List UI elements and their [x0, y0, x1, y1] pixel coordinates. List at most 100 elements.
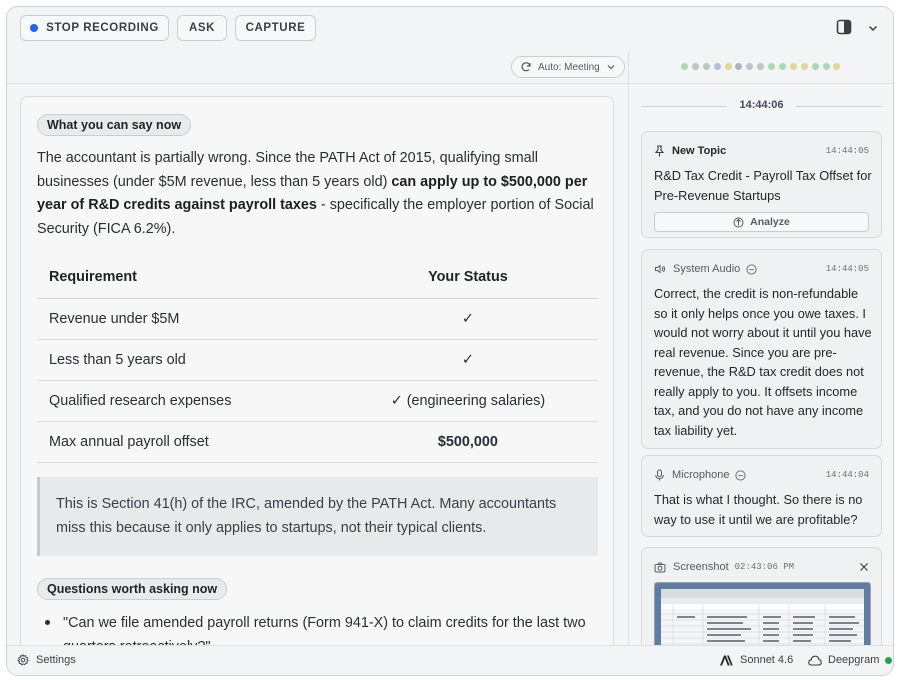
- table-row: Less than 5 years old ✓: [37, 339, 598, 381]
- activity-dot: [768, 63, 776, 70]
- status-cell: ✓ (engineering salaries): [337, 380, 598, 422]
- event-time: 02:43:06 PM: [734, 562, 795, 572]
- check-circle-icon: [735, 469, 747, 481]
- recording-indicator-icon: [30, 24, 39, 32]
- table-row: Max annual payroll offset $500,000: [37, 421, 598, 463]
- activity-dot: [724, 63, 732, 70]
- status-cell: ✓: [337, 339, 598, 381]
- cloud-icon: [808, 655, 822, 666]
- say-now-chip: What you can say now: [37, 114, 192, 136]
- table-row: Qualified research expenses ✓ (engineeri…: [37, 380, 598, 422]
- activity-dot: [713, 63, 721, 70]
- analyze-label: Analyze: [750, 216, 790, 228]
- activity-dot: [811, 63, 819, 70]
- activity-dot: [789, 63, 797, 70]
- stop-recording-label: STOP RECORDING: [46, 22, 159, 34]
- system-audio-text: Correct, the credit is non-refundable so…: [654, 286, 872, 438]
- ask-button[interactable]: ASK: [177, 15, 227, 41]
- activity-dot: [822, 63, 830, 70]
- speaker-icon: [654, 263, 666, 275]
- header-requirement: Requirement: [37, 255, 338, 299]
- close-icon[interactable]: [859, 562, 869, 572]
- anthropic-logo-icon: [719, 655, 733, 666]
- ask-label: ASK: [188, 22, 216, 34]
- event-time: 14:44:04: [825, 470, 869, 480]
- list-item: "Can we file amended payroll returns (Fo…: [45, 611, 595, 645]
- activity-bar: [628, 51, 893, 84]
- activity-dot: [681, 63, 688, 70]
- connection-status-icon: [885, 656, 893, 664]
- event-label: Microphone: [672, 469, 730, 481]
- table-header-row: Requirement Your Status: [37, 255, 598, 299]
- activity-dot: [702, 63, 710, 70]
- top-toolbar: STOP RECORDING ASK CAPTURE: [7, 7, 893, 52]
- camera-icon: [654, 562, 666, 573]
- requirement-cell: Max annual payroll offset: [37, 421, 338, 463]
- event-time: 14:44:05: [825, 146, 869, 156]
- separator-time: 14:44:06: [739, 99, 784, 111]
- answer-card: What you can say now The accountant is p…: [20, 96, 614, 645]
- transcriber-selector[interactable]: Deepgram: [808, 654, 893, 666]
- chevron-down-icon[interactable]: [867, 21, 879, 39]
- model-selector[interactable]: Sonnet 4.6: [719, 654, 793, 666]
- event-header: New Topic 14:44:05: [654, 144, 869, 158]
- status-cell: $500,000: [337, 421, 598, 463]
- split-panel-icon[interactable]: [836, 19, 852, 40]
- event-header: System Audio 14:44:05: [654, 262, 869, 276]
- requirements-table: Requirement Your Status Revenue under $5…: [37, 255, 598, 463]
- time-separator: 14:44:06: [641, 98, 882, 114]
- event-time: 14:44:05: [825, 264, 869, 274]
- microphone-icon: [654, 469, 665, 481]
- status-cell: ✓: [337, 298, 598, 340]
- capture-label: CAPTURE: [245, 22, 306, 34]
- header-status: Your Status: [337, 255, 598, 299]
- pin-icon: [654, 145, 665, 157]
- settings-label: Settings: [36, 654, 76, 666]
- status-footer: Settings Sonnet 4.6 Deepgram: [7, 645, 893, 675]
- question-text: "Can we file amended payroll returns (Fo…: [63, 615, 586, 645]
- questions-chip: Questions worth asking now: [37, 578, 228, 600]
- microphone-text: That is what I thought. So there is no w…: [654, 492, 863, 527]
- table-row: Revenue under $5M ✓: [37, 298, 598, 340]
- content-subbar: Auto: Meeting: [7, 51, 628, 84]
- activity-dot: [833, 63, 841, 70]
- capture-button[interactable]: CAPTURE: [235, 15, 316, 41]
- event-label: Screenshot: [673, 561, 729, 573]
- analyze-icon: [733, 217, 744, 228]
- answer-paragraph: The accountant is partially wrong. Since…: [37, 147, 597, 241]
- event-header: Screenshot 02:43:06 PM: [654, 560, 869, 574]
- settings-button[interactable]: Settings: [17, 654, 76, 666]
- system-audio-card: System Audio 14:44:05 Correct, the credi…: [641, 249, 882, 449]
- stop-recording-button[interactable]: STOP RECORDING: [20, 15, 169, 41]
- main-panel: What you can say now The accountant is p…: [7, 84, 628, 645]
- screenshot-card: Screenshot 02:43:06 PM: [641, 547, 882, 645]
- activity-dot: [757, 63, 765, 70]
- app-window: STOP RECORDING ASK CAPTURE Auto: Meeting: [6, 6, 894, 676]
- refresh-icon: [520, 61, 532, 73]
- requirement-cell: Less than 5 years old: [37, 339, 338, 381]
- transcript-panel: 14:44:06 New Topic 14:44:05 R&D Tax Cred…: [628, 84, 893, 645]
- activity-dots: [681, 63, 844, 70]
- event-header: Microphone 14:44:04: [654, 468, 869, 482]
- activity-dot: [800, 63, 808, 70]
- note-blockquote: This is Section 41(h) of the IRC, amende…: [37, 477, 598, 556]
- requirement-cell: Revenue under $5M: [37, 298, 338, 340]
- activity-dot: [779, 63, 787, 70]
- bullet-icon: [45, 620, 50, 625]
- mode-label: Auto: Meeting: [538, 61, 600, 73]
- event-label: System Audio: [673, 263, 741, 275]
- new-topic-card: New Topic 14:44:05 R&D Tax Credit - Payr…: [641, 131, 882, 238]
- microphone-card: Microphone 14:44:04 That is what I thoug…: [641, 455, 882, 537]
- activity-dot: [735, 63, 743, 70]
- analyze-button[interactable]: Analyze: [654, 212, 869, 232]
- event-label: New Topic: [672, 145, 727, 157]
- activity-dot: [746, 63, 754, 70]
- check-circle-icon: [746, 263, 757, 275]
- topic-text: R&D Tax Credit - Payroll Tax Offset for …: [654, 168, 872, 203]
- screenshot-thumbnail[interactable]: [654, 582, 871, 645]
- model-label: Sonnet 4.6: [740, 654, 794, 666]
- mode-chevron-icon: [606, 62, 616, 72]
- activity-dot: [691, 63, 699, 70]
- mode-selector[interactable]: Auto: Meeting: [511, 56, 625, 78]
- gear-icon: [17, 654, 29, 666]
